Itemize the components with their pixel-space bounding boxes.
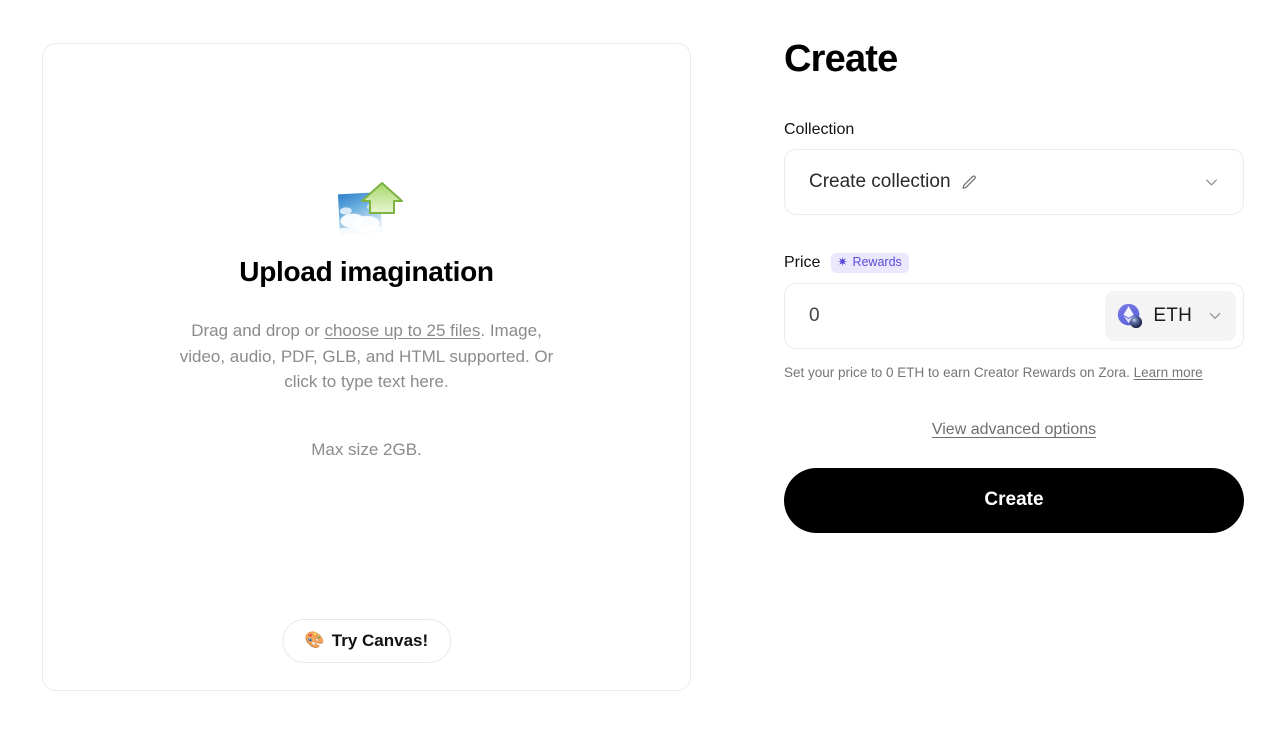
- price-helper-text: Set your price to 0 ETH to earn Creator …: [784, 364, 1244, 383]
- collection-select[interactable]: Create collection: [784, 149, 1244, 215]
- upload-description-prefix: Drag and drop or: [191, 321, 324, 340]
- pencil-icon[interactable]: [961, 174, 978, 191]
- view-advanced-options-link[interactable]: View advanced options: [784, 421, 1244, 439]
- max-size-text: Max size 2GB.: [311, 440, 422, 460]
- rewards-badge-label: Rewards: [852, 255, 901, 270]
- create-page: Upload imagination Drag and drop or choo…: [0, 0, 1280, 730]
- price-label: Price: [784, 254, 820, 272]
- sparkle-icon: [837, 256, 848, 270]
- try-canvas-button[interactable]: 🎨 Try Canvas!: [282, 619, 451, 663]
- upload-description: Drag and drop or choose up to 25 files. …: [170, 318, 564, 395]
- price-input[interactable]: [809, 284, 1105, 348]
- price-helper-sentence: Set your price to 0 ETH to earn Creator …: [784, 365, 1134, 380]
- upload-dropzone-card[interactable]: Upload imagination Drag and drop or choo…: [42, 43, 691, 691]
- token-select[interactable]: ETH: [1105, 291, 1236, 341]
- price-section: Price Rewards: [784, 253, 1244, 383]
- create-form: Create Collection Create collection Pric…: [784, 40, 1244, 533]
- chevron-down-icon[interactable]: [1206, 307, 1224, 325]
- create-button[interactable]: Create: [784, 468, 1244, 533]
- chevron-down-icon[interactable]: [1202, 173, 1227, 192]
- upload-dropzone-content: Upload imagination Drag and drop or choo…: [43, 0, 690, 643]
- choose-files-link[interactable]: choose up to 25 files: [324, 321, 480, 340]
- price-label-row: Price Rewards: [784, 253, 1244, 273]
- price-input-wrapper[interactable]: ETH: [784, 283, 1244, 349]
- collection-label: Collection: [784, 121, 1244, 139]
- picture-upload-icon: [330, 180, 404, 242]
- collection-selected-value: Create collection: [809, 171, 951, 193]
- token-symbol: ETH: [1153, 305, 1192, 327]
- upload-title: Upload imagination: [239, 256, 493, 288]
- learn-more-link[interactable]: Learn more: [1134, 365, 1203, 380]
- try-canvas-label: Try Canvas!: [332, 631, 428, 651]
- eth-token-icon: [1115, 301, 1145, 331]
- palette-icon: 🎨: [305, 633, 325, 649]
- rewards-badge[interactable]: Rewards: [831, 253, 908, 273]
- page-title: Create: [784, 40, 1244, 78]
